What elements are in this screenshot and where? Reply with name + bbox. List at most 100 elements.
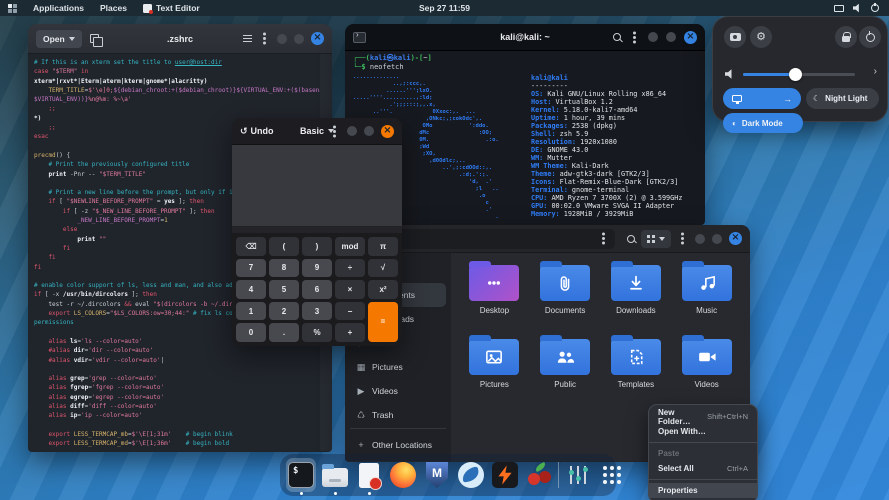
calc-key-√[interactable]: √ [368,259,398,278]
open-button[interactable]: Open [36,30,82,48]
maximize-button[interactable] [712,234,722,244]
menu-item-select-all[interactable]: Select AllCtrl+A [649,461,757,476]
folder-pictures[interactable]: Pictures [459,339,530,409]
undo-button[interactable]: ↺ Undo [240,126,274,137]
code-line: alias fgrep='fgrep --color=auto' [34,383,320,392]
calculator-display[interactable] [232,145,402,227]
minimize-button[interactable] [347,126,357,136]
system-status-area[interactable] [834,4,889,13]
dock-item-metasploit[interactable] [422,458,452,492]
calculator-window: ↺ Undo Basic ⌫()modπ789÷√456×x²123−=0.%+ [232,118,402,346]
calc-key-0[interactable]: 0 [236,323,266,342]
power-button[interactable] [859,26,881,48]
dock-item-burpsuite[interactable] [490,458,520,492]
kebab-menu-icon[interactable] [263,37,266,40]
new-tab-icon[interactable] [90,34,99,43]
search-icon[interactable] [627,235,635,243]
maximize-button[interactable] [364,126,374,136]
calc-key-5[interactable]: 5 [269,280,299,299]
minimize-button[interactable] [277,34,287,44]
minimize-button[interactable] [648,32,658,42]
dock-item-files[interactable] [320,458,350,492]
applications-menu[interactable]: Applications [25,0,92,16]
dock-item-wireshark[interactable] [456,458,486,492]
folder-music[interactable]: Music [671,265,742,335]
close-button[interactable] [381,125,394,138]
night-light-toggle[interactable]: ☾ Night Light [806,88,879,109]
lock-button[interactable] [835,26,857,48]
calc-key-×[interactable]: × [335,280,365,299]
calc-key-mod[interactable]: mod [335,237,365,256]
kebab-menu-icon[interactable] [633,36,636,39]
calc-key-)[interactable]: ) [302,237,332,256]
display-toggle[interactable]: → [723,88,801,109]
metasploit-icon [426,462,448,488]
calc-key-8[interactable]: 8 [269,259,299,278]
plus-icon: + [356,440,366,450]
volume-slider[interactable]: › [723,67,877,81]
calc-key-2[interactable]: 2 [269,302,299,321]
calc-key-([interactable]: ( [269,237,299,256]
calc-key-6[interactable]: 6 [302,280,332,299]
maximize-button[interactable] [666,32,676,42]
folder-desktop[interactable]: Desktop [459,265,530,335]
calc-key-%[interactable]: % [302,323,332,342]
calc-key-⌫[interactable]: ⌫ [236,237,266,256]
folder-templates[interactable]: Templates [601,339,672,409]
speaker-icon [853,4,862,13]
calc-key-+[interactable]: + [335,323,365,342]
close-button[interactable] [729,232,742,245]
kebab-menu-icon[interactable] [681,237,684,240]
close-button[interactable] [311,32,324,45]
folder-documents[interactable]: Documents [530,265,601,335]
calc-key-9[interactable]: 9 [302,259,332,278]
calc-key-1[interactable]: 1 [236,302,266,321]
screenshot-button[interactable] [724,26,746,48]
calc-key-=[interactable]: = [368,302,398,342]
volume-submenu-arrow[interactable]: › [874,66,877,77]
folder-downloads[interactable]: Downloads [601,265,672,335]
calc-key-π[interactable]: π [368,237,398,256]
volume-knob[interactable] [789,68,802,81]
calc-key-.[interactable]: . [269,323,299,342]
folder-videos[interactable]: Videos [671,339,742,409]
menu-item-open-with-[interactable]: Open With… [649,424,757,439]
dock-item-cherrytree[interactable] [524,458,554,492]
dock-item-tweaks[interactable] [563,458,593,492]
close-button[interactable] [684,31,697,44]
kebab-menu-icon[interactable] [333,130,336,133]
folder-public[interactable]: Public [530,339,601,409]
calc-key-4[interactable]: 4 [236,280,266,299]
hamburger-menu-icon[interactable] [243,35,252,36]
menu-item-properties[interactable]: Properties [649,483,757,498]
calc-key-−[interactable]: − [335,302,365,321]
sidebar-item-trash[interactable]: ♺Trash [350,403,446,427]
search-icon[interactable] [613,33,621,41]
videos-icon: ▶ [356,386,366,397]
sidebar-item-other-locations[interactable]: + Other Locations [350,428,446,457]
sidebar-item-pictures[interactable]: ▦Pictures [350,355,446,379]
minimize-button[interactable] [695,234,705,244]
places-menu[interactable]: Places [92,0,135,16]
dark-mode-toggle[interactable]: ◐ Dark Mode [723,113,803,133]
view-toggle-button[interactable] [641,230,671,248]
settings-button[interactable]: ⚙ [750,26,772,48]
folder-label: Desktop [480,306,509,315]
path-menu-icon[interactable] [602,237,605,240]
menu-item-new-folder-[interactable]: New Folder…Shift+Ctrl+N [649,409,757,424]
focused-app-menu[interactable]: Text Editor [135,0,208,16]
dock-item-firefox[interactable] [388,458,418,492]
calc-key-3[interactable]: 3 [302,302,332,321]
calc-key-÷[interactable]: ÷ [335,259,365,278]
folder-label: Pictures [480,380,509,389]
dock-item-text-editor[interactable] [354,458,384,492]
dock-item-app-grid[interactable] [597,458,627,492]
sidebar-item-videos[interactable]: ▶Videos [350,379,446,403]
folder-icon [611,265,661,301]
maximize-button[interactable] [294,34,304,44]
workspace-switcher[interactable] [0,0,25,16]
calc-key-x²[interactable]: x² [368,280,398,299]
calc-key-7[interactable]: 7 [236,259,266,278]
dock-item-terminal[interactable] [286,458,316,492]
applications-label: Applications [33,3,84,13]
